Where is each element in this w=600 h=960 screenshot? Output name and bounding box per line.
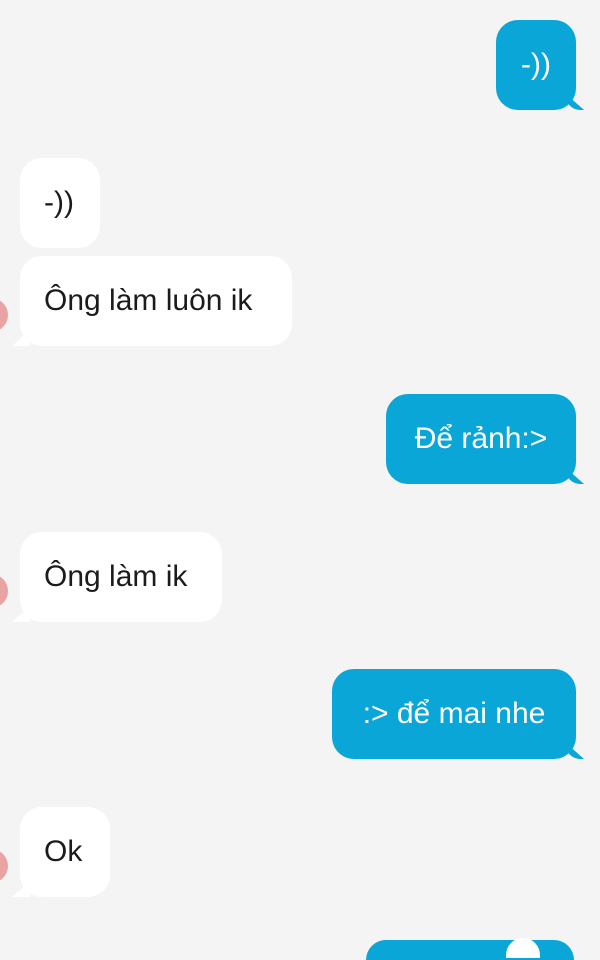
incoming-message[interactable]: Ok xyxy=(20,807,110,897)
incoming-message[interactable]: Ông làm luôn ik xyxy=(20,256,292,346)
message-text: -)) xyxy=(521,48,551,81)
message-text: Ông làm luôn ik xyxy=(44,284,253,317)
incoming-message[interactable]: Ông làm ik xyxy=(20,532,222,622)
sender-avatar[interactable] xyxy=(0,298,8,332)
incoming-message[interactable]: -)) xyxy=(20,158,100,248)
partial-outgoing-message[interactable] xyxy=(366,940,574,960)
message-text: Ông làm ik xyxy=(44,560,188,593)
message-text: Để rảnh:> xyxy=(414,422,548,455)
sender-avatar[interactable] xyxy=(0,849,8,883)
outgoing-message[interactable]: -)) xyxy=(496,20,576,110)
message-text: Ok xyxy=(44,835,83,868)
message-text: -)) xyxy=(44,186,74,219)
message-text: :> để mai nhe xyxy=(362,697,546,730)
outgoing-message[interactable]: Để rảnh:> xyxy=(386,394,576,484)
outgoing-message[interactable]: :> để mai nhe xyxy=(332,669,576,759)
sender-avatar[interactable] xyxy=(0,574,8,608)
